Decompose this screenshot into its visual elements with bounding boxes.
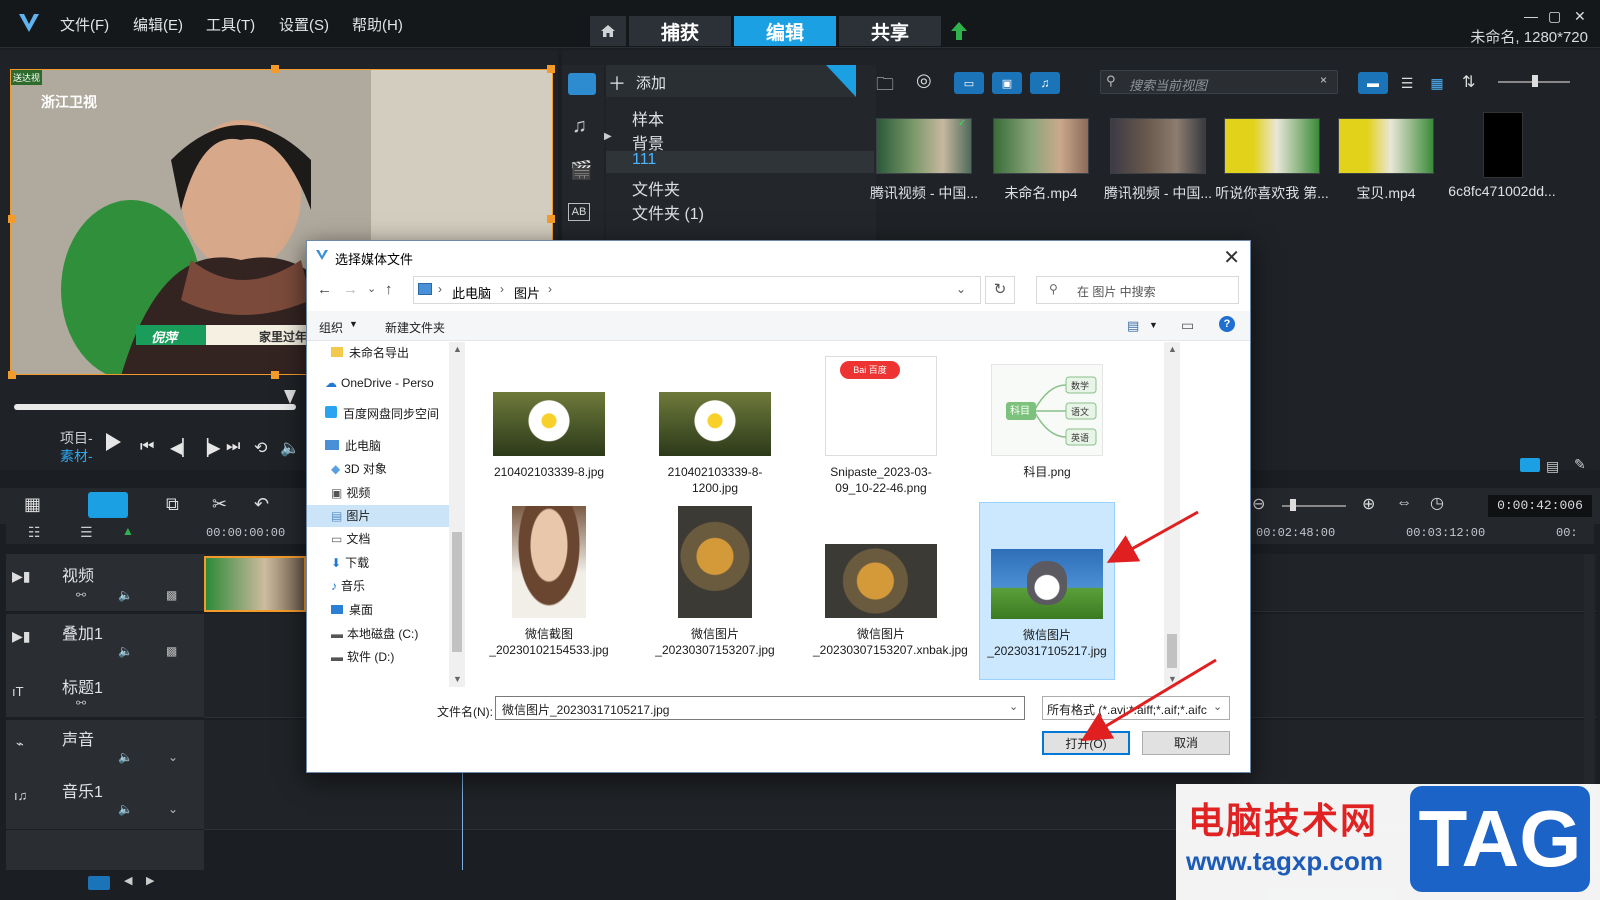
- watermark-url: www.tagxp.com: [1186, 846, 1383, 876]
- watermark-tag-logo: TAG: [1410, 786, 1590, 892]
- watermark-title: 电脑技术网: [1188, 800, 1379, 841]
- annotation-arrows: [1080, 510, 1217, 742]
